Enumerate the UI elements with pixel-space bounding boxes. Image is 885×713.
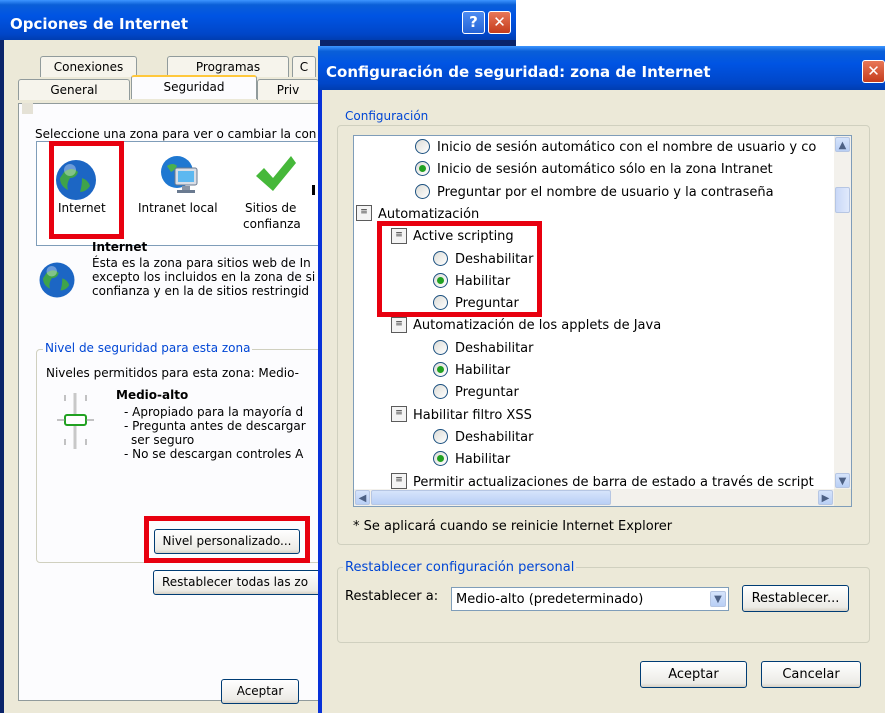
- radio-unchecked-icon[interactable]: [415, 183, 430, 199]
- tab-privacidad[interactable]: Priv: [257, 79, 319, 100]
- setting-radio-option[interactable]: Deshabilitar: [433, 427, 533, 449]
- setting-radio-option[interactable]: Habilitar: [433, 449, 510, 471]
- radio-checked-icon[interactable]: [415, 161, 430, 177]
- setting-radio-option[interactable]: Inicio de sesión automático con el nombr…: [415, 137, 816, 159]
- setting-radio-option[interactable]: Preguntar: [433, 382, 519, 404]
- options-ok-button[interactable]: Aceptar: [221, 679, 299, 704]
- setting-label: Inicio de sesión automático sólo en la z…: [437, 162, 773, 178]
- config-group-label: Configuración: [343, 109, 431, 123]
- scroll-up-icon[interactable]: ▲: [835, 137, 850, 152]
- settings-group-icon: ≡: [391, 406, 407, 423]
- dialog-cancel-button[interactable]: Cancelar: [761, 661, 861, 688]
- vertical-scroll-thumb[interactable]: [835, 187, 850, 213]
- reset-all-zones-button[interactable]: Restablecer todas las zo: [153, 570, 323, 595]
- tab-programas[interactable]: Programas: [167, 56, 289, 77]
- setting-label: Preguntar por el nombre de usuario y la …: [437, 184, 774, 200]
- allowed-levels-text: Niveles permitidos para esta zona: Medio…: [46, 366, 300, 380]
- reset-to-label: Restablecer a:: [345, 589, 439, 604]
- tab-conexiones[interactable]: Conexiones: [40, 56, 137, 77]
- reset-level-select[interactable]: Medio-alto (predeterminado) ▼: [451, 587, 729, 611]
- settings-group-icon: ≡: [391, 316, 407, 333]
- setting-label: Preguntar: [455, 385, 519, 401]
- dialog-ok-button[interactable]: Aceptar: [640, 661, 747, 688]
- radio-checked-icon[interactable]: [433, 451, 448, 467]
- setting-label: Habilitar: [455, 452, 511, 468]
- radio-unchecked-icon[interactable]: [415, 139, 430, 154]
- setting-radio-option[interactable]: Habilitar: [433, 360, 510, 382]
- setting-label: Permitir actualizaciones de barra de est…: [413, 474, 814, 490]
- setting-label: Deshabilitar: [455, 429, 534, 445]
- zone-prompt: Seleccione una zona para ver o cambiar l…: [35, 127, 317, 141]
- setting-radio-option[interactable]: Preguntar por el nombre de usuario y la …: [415, 182, 774, 204]
- tab-c[interactable]: C: [292, 56, 316, 77]
- setting-label: Automatización: [378, 206, 480, 222]
- scroll-left-icon[interactable]: ◀: [355, 490, 370, 505]
- setting-radio-option[interactable]: Inicio de sesión automático sólo en la z…: [415, 159, 773, 181]
- zone-desc-line2: excepto los incluidos en la zona de si: [92, 270, 316, 284]
- zone-desc-line3: confianza y en la de sitios restringid: [92, 284, 310, 298]
- security-settings-dialog: Configuración de seguridad: zona de Inte…: [318, 46, 885, 713]
- horizontal-scroll-thumb[interactable]: [371, 490, 611, 505]
- setting-label: Habilitar: [455, 363, 511, 378]
- setting-label: Inicio de sesión automático con el nombr…: [437, 140, 817, 155]
- reset-button[interactable]: Restablecer...: [742, 585, 849, 612]
- level-desc-line3: ser seguro: [131, 433, 195, 447]
- setting-group-header: ≡ Automatización de los applets de Java: [391, 315, 661, 337]
- reset-level-select-value: Medio-alto (predeterminado): [456, 592, 644, 607]
- zone-trusted-label-line2[interactable]: confianza: [243, 217, 301, 231]
- radio-checked-icon[interactable]: [433, 362, 448, 377]
- tab-seguridad[interactable]: Seguridad: [131, 75, 257, 99]
- setting-radio-option[interactable]: Deshabilitar: [433, 338, 533, 360]
- restart-note: * Se aplicará cuando se reinicie Interne…: [353, 519, 673, 534]
- chevron-down-icon[interactable]: ▼: [710, 591, 726, 607]
- scrollbar-corner: [834, 489, 851, 506]
- network-computer-icon[interactable]: [155, 152, 203, 200]
- scroll-right-icon[interactable]: ▶: [818, 490, 833, 505]
- level-desc-line2: - Pregunta antes de descargar: [124, 419, 306, 433]
- custom-level-highlight: [144, 516, 310, 563]
- radio-unchecked-icon[interactable]: [433, 339, 448, 355]
- zone-heading: Internet: [92, 240, 148, 254]
- close-button[interactable]: ✕: [488, 11, 511, 34]
- setting-label: Habilitar filtro XSS: [413, 407, 532, 423]
- setting-group-header: ≡ Habilitar filtro XSS: [391, 405, 532, 427]
- checkmark-icon[interactable]: [250, 150, 298, 198]
- zone-intranet-label[interactable]: Intranet local: [138, 201, 218, 215]
- panel-corner: [22, 103, 33, 114]
- globe-icon-large: [36, 259, 78, 301]
- security-level-group-label: Nivel de seguridad para esta zona: [43, 341, 253, 355]
- level-desc-line4: - No se descargan controles A: [124, 447, 304, 461]
- reset-group-label: Restablecer configuración personal: [343, 560, 577, 575]
- help-button[interactable]: ?: [462, 11, 485, 34]
- radio-unchecked-icon[interactable]: [433, 428, 448, 444]
- security-level-slider[interactable]: [53, 393, 98, 449]
- zone-list-overflow-mark: [312, 185, 315, 195]
- radio-unchecked-icon[interactable]: [433, 384, 448, 400]
- level-desc-line1: - Apropiado para la mayoría d: [124, 405, 304, 419]
- zone-desc-line1: Ésta es la zona para sitios web de In: [92, 256, 311, 270]
- level-name: Medio-alto: [116, 388, 189, 402]
- setting-label: Automatización de los applets de Java: [413, 318, 662, 334]
- settings-group-icon: ≡: [356, 205, 372, 222]
- dialog-close-button[interactable]: ✕: [862, 60, 885, 83]
- tab-general[interactable]: General: [18, 79, 130, 100]
- setting-label: Deshabilitar: [455, 340, 534, 356]
- zone-internet-highlight: [49, 141, 124, 239]
- scroll-down-icon[interactable]: ▼: [835, 473, 850, 488]
- active-scripting-highlight: [377, 221, 542, 317]
- settings-list[interactable]: Inicio de sesión automático con el nombr…: [353, 135, 852, 507]
- zone-trusted-label-line1[interactable]: Sitios de: [245, 201, 296, 215]
- security-settings-title: Configuración de seguridad: zona de Inte…: [326, 63, 711, 81]
- settings-group-icon: ≡: [391, 473, 407, 489]
- internet-options-title: Opciones de Internet: [10, 15, 188, 33]
